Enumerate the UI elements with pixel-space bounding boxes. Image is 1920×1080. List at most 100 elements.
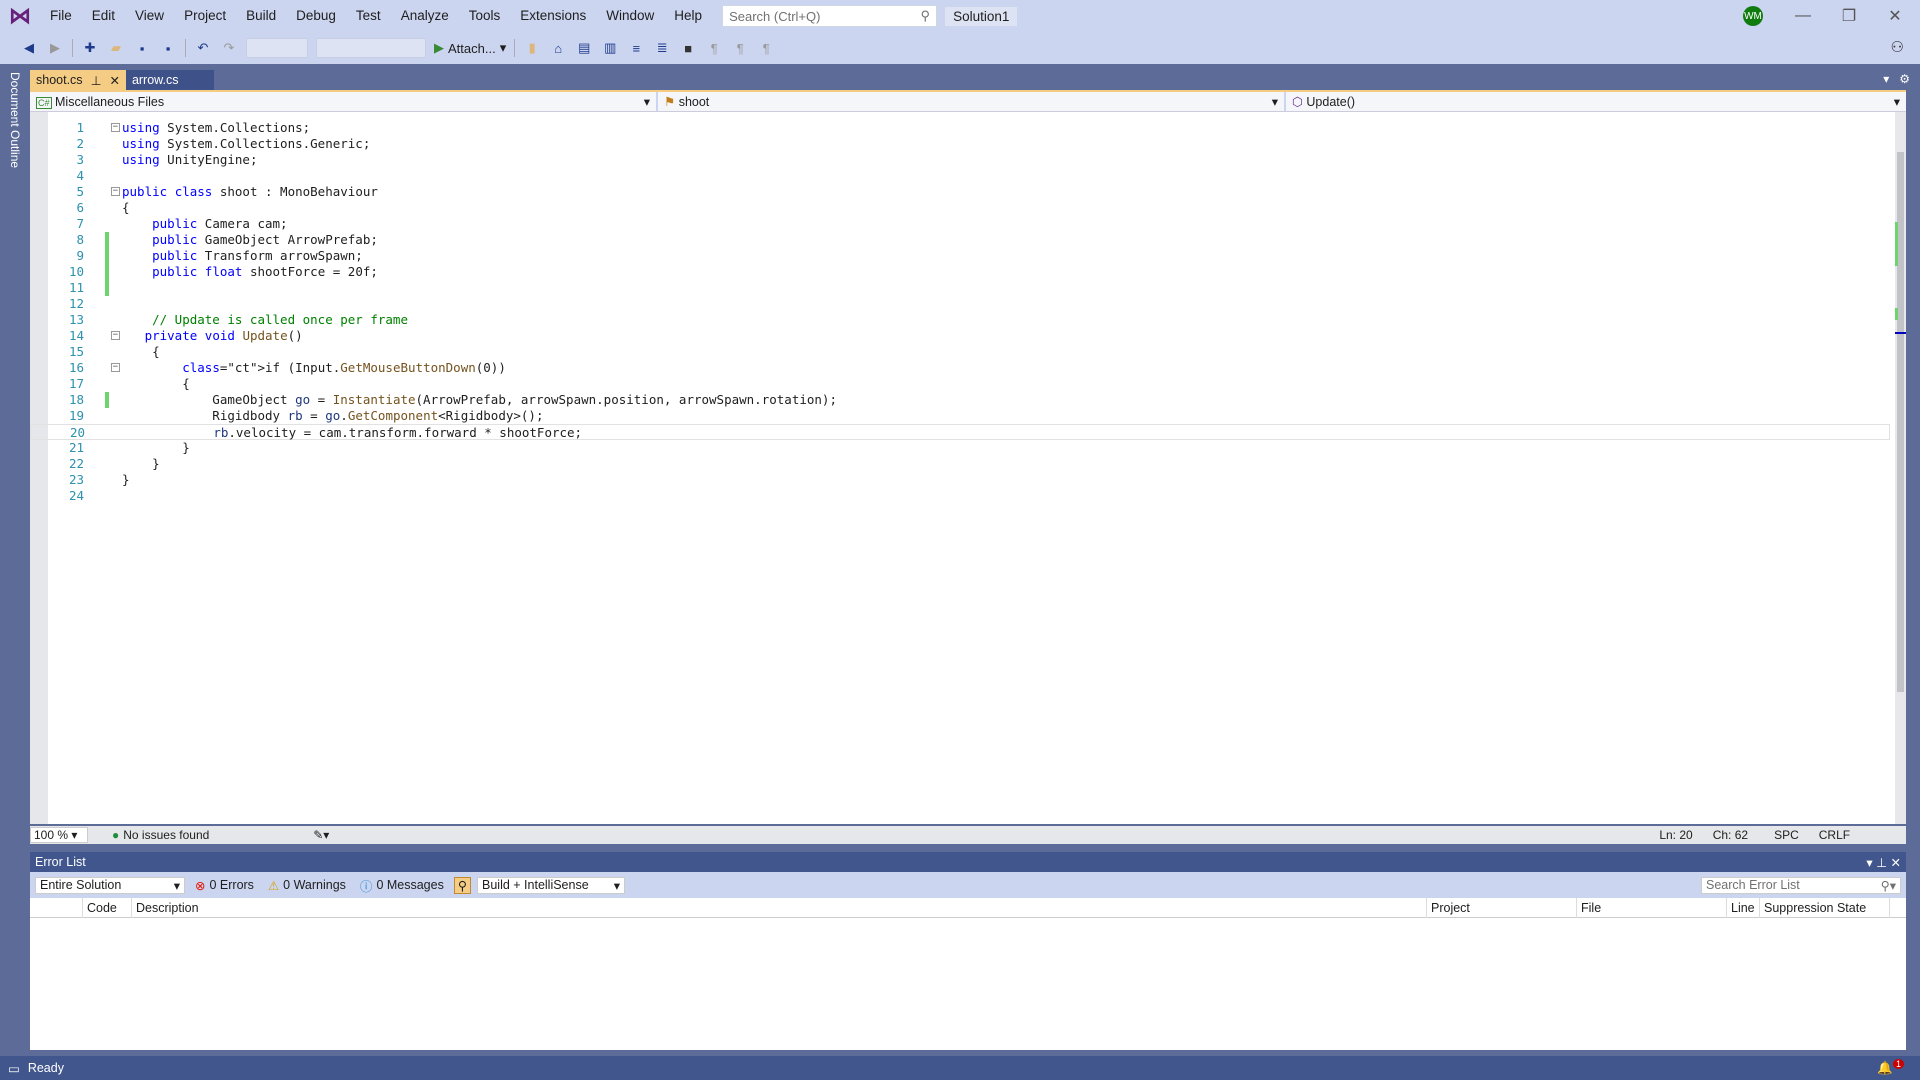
collapse-icon[interactable]: − — [111, 363, 120, 372]
code-line[interactable]: 23} — [30, 472, 1890, 488]
scrollbar-thumb[interactable] — [1897, 152, 1904, 692]
uncomment-icon[interactable]: ≣ — [653, 39, 671, 57]
menu-file[interactable]: File — [40, 0, 82, 32]
code-line[interactable]: 20 rb.velocity = cam.transform.forward *… — [30, 424, 1890, 440]
code-line[interactable]: 22 } — [30, 456, 1890, 472]
scope-dropdown[interactable]: Entire Solution ▾ — [35, 876, 185, 894]
close-panel-icon[interactable]: ✕ — [1891, 856, 1901, 870]
next-bookmark-icon[interactable]: ¶ — [731, 39, 749, 57]
code-line[interactable]: 15 { — [30, 344, 1890, 360]
menu-analyze[interactable]: Analyze — [391, 0, 459, 32]
comment-icon[interactable]: ≡ — [627, 39, 645, 57]
code-line[interactable]: 10 public float shootForce = 20f; — [30, 264, 1890, 280]
messages-filter[interactable]: ⓘ 0 Messages — [356, 876, 448, 895]
column-file[interactable]: File — [1577, 897, 1727, 918]
code-editor[interactable]: 1− using System.Collections; 2 using System… — [30, 112, 1906, 824]
vertical-scrollbar[interactable] — [1895, 112, 1906, 824]
issues-status[interactable]: No issues found — [123, 828, 283, 842]
whitespace-mode[interactable]: SPC — [1774, 828, 1799, 842]
new-project-icon[interactable]: ✚ — [81, 39, 99, 57]
code-line[interactable]: 9 public Transform arrowSpawn; — [30, 248, 1890, 264]
code-line[interactable]: 2 using System.Collections.Generic; — [30, 136, 1890, 152]
live-share-icon[interactable]: ⚇ — [1891, 38, 1904, 56]
code-line[interactable]: 5 − public class shoot : MonoBehaviour — [30, 184, 1890, 200]
menu-build[interactable]: Build — [236, 0, 286, 32]
code-line[interactable]: 18 GameObject go = Instantiate(ArrowPref… — [30, 392, 1890, 408]
tab-dropdown-icon[interactable]: ▾ — [1883, 72, 1889, 86]
code-line[interactable]: 6{ — [30, 200, 1890, 216]
code-line[interactable]: 12 — [30, 296, 1890, 312]
code-line[interactable]: 8 public GameObject ArrowPrefab; — [30, 232, 1890, 248]
collapse-icon[interactable]: − — [111, 331, 120, 340]
column-description[interactable]: Description — [132, 897, 1427, 918]
column-number[interactable]: Ch: 62 — [1713, 828, 1748, 842]
code-line[interactable]: 11 — [30, 280, 1890, 296]
menu-debug[interactable]: Debug — [286, 0, 346, 32]
save-icon[interactable]: ▪ — [133, 39, 151, 57]
undo-icon[interactable]: ↶ — [194, 39, 212, 57]
type-dropdown[interactable]: ⚑ shoot ▾ — [658, 92, 1286, 111]
zoom-dropdown[interactable]: 100 % ▾ — [30, 827, 88, 843]
code-line[interactable]: 17 { — [30, 376, 1890, 392]
column-project[interactable]: Project — [1427, 897, 1577, 918]
code-line[interactable]: 21 } — [30, 440, 1890, 456]
column-code[interactable]: Code — [83, 897, 132, 918]
error-search-input[interactable]: Search Error List ⚲▾ — [1701, 876, 1901, 894]
browser-link-icon[interactable]: ⌂ — [549, 39, 567, 57]
find-in-files-icon[interactable]: ▮ — [523, 39, 541, 57]
menu-extensions[interactable]: Extensions — [510, 0, 596, 32]
menu-tools[interactable]: Tools — [459, 0, 511, 32]
panel-dropdown-icon[interactable]: ▾ — [1866, 856, 1872, 870]
close-tab-icon[interactable]: ✕ — [109, 73, 119, 88]
cleanup-icon[interactable]: ✎▾ — [313, 828, 329, 842]
search-input[interactable]: Search (Ctrl+Q) ⚲ — [722, 5, 938, 27]
warnings-filter[interactable]: ⚠ 0 Warnings — [264, 878, 350, 893]
platform-dropdown[interactable] — [316, 38, 426, 58]
column-suppression-state[interactable]: Suppression State — [1760, 897, 1890, 918]
configuration-dropdown[interactable] — [246, 38, 308, 58]
back-icon[interactable]: ◀ — [20, 39, 38, 57]
attach-button[interactable]: ▶ Attach... ▾ — [434, 40, 506, 56]
column-line[interactable]: Line — [1727, 897, 1760, 918]
line-number[interactable]: Ln: 20 — [1659, 828, 1692, 842]
properties-icon[interactable]: ▥ — [601, 39, 619, 57]
document-outline-panel[interactable]: Document Outline — [0, 64, 30, 1056]
gear-icon[interactable]: ⚙ — [1899, 72, 1910, 86]
code-line[interactable]: 4 — [30, 168, 1890, 184]
redo-icon[interactable]: ↷ — [220, 39, 238, 57]
column-icon[interactable] — [30, 897, 83, 918]
collapse-icon[interactable]: − — [111, 187, 120, 196]
clear-bookmarks-icon[interactable]: ¶ — [757, 39, 775, 57]
code-line[interactable]: 24 — [30, 488, 1890, 504]
menu-project[interactable]: Project — [174, 0, 236, 32]
tab-arrow-cs[interactable]: arrow.cs — [125, 70, 214, 90]
minimize-icon[interactable]: — — [1780, 0, 1826, 32]
project-dropdown[interactable]: C# Miscellaneous Files ▾ — [30, 92, 658, 111]
code-line[interactable]: 14 − private void Update() — [30, 328, 1890, 344]
close-icon[interactable]: ✕ — [1872, 0, 1918, 32]
save-all-icon[interactable]: ▪ — [159, 39, 177, 57]
collapse-icon[interactable]: − — [111, 123, 120, 132]
solution-explorer-icon[interactable]: ▤ — [575, 39, 593, 57]
menu-help[interactable]: Help — [664, 0, 712, 32]
code-line[interactable]: 7 public Camera cam; — [30, 216, 1890, 232]
tab-shoot-cs[interactable]: shoot.cs ⊥ ✕ — [30, 70, 126, 90]
notifications-icon[interactable]: 🔔 1 — [1877, 1059, 1904, 1076]
code-line[interactable]: 13 // Update is called once per frame — [30, 312, 1890, 328]
forward-icon[interactable]: ▶ — [46, 39, 64, 57]
avatar[interactable]: WM — [1743, 6, 1763, 26]
pin-icon[interactable]: ⊥ — [1876, 856, 1887, 870]
prev-bookmark-icon[interactable]: ¶ — [705, 39, 723, 57]
menu-edit[interactable]: Edit — [82, 0, 125, 32]
menu-view[interactable]: View — [125, 0, 174, 32]
menu-window[interactable]: Window — [596, 0, 664, 32]
pin-icon[interactable]: ⊥ — [91, 73, 102, 88]
code-line[interactable]: 3 using UnityEngine; — [30, 152, 1890, 168]
line-ending[interactable]: CRLF — [1819, 828, 1850, 842]
restore-icon[interactable]: ❐ — [1826, 0, 1872, 32]
member-dropdown[interactable]: ⬡ Update() ▾ — [1286, 92, 1906, 111]
menu-test[interactable]: Test — [346, 0, 391, 32]
code-line[interactable]: 19 Rigidbody rb = go.GetComponent<Rigidb… — [30, 408, 1890, 424]
source-dropdown[interactable]: Build + IntelliSense ▾ — [477, 876, 625, 894]
open-file-icon[interactable]: ▰ — [107, 39, 125, 57]
